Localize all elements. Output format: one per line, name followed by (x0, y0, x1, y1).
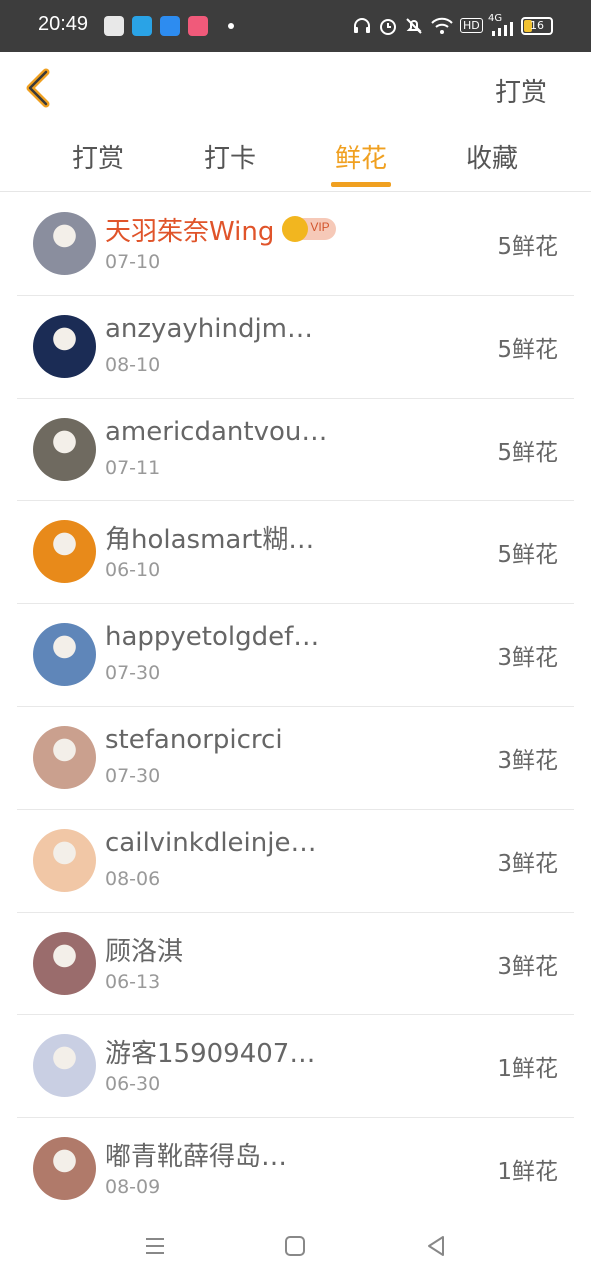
date: 06-30 (105, 1073, 161, 1096)
app-icon (104, 16, 124, 36)
avatar (33, 212, 96, 275)
telegram-icon (132, 16, 152, 36)
date: 08-10 (105, 353, 161, 376)
vip-badge: VIP (282, 215, 337, 242)
flower-count: 5鲜花 (497, 234, 558, 260)
avatar (33, 1034, 96, 1098)
avatar (33, 828, 96, 892)
avatar (33, 931, 96, 995)
date: 08-06 (105, 867, 161, 890)
tab-checkin[interactable]: 打卡 (190, 138, 270, 175)
user-name: 嘟青靴薛得岛… (105, 1142, 288, 1173)
back-button[interactable] (18, 64, 62, 112)
list-item[interactable]: anzyayhindjm… 08-10 5鲜花 (17, 296, 574, 399)
date: 07-30 (105, 764, 161, 787)
alarm-icon (380, 19, 396, 35)
flower-count: 5鲜花 (497, 439, 558, 466)
user-name: 角holasmart糊… (105, 525, 315, 556)
battery-level: 16 (530, 19, 544, 32)
mute-icon (406, 18, 422, 34)
user-name: 天羽茱奈Wing VIP (105, 211, 337, 248)
user-name: anzyayhindjm… (105, 313, 313, 344)
list-item[interactable]: 嘟青靴薛得岛… 08-09 1鲜花 (17, 1118, 574, 1221)
avatar (33, 1137, 96, 1201)
tab-flowers[interactable]: 鲜花 (321, 138, 401, 175)
list-item[interactable]: 天羽茱奈Wing VIP 07-10 5鲜花 (17, 193, 574, 296)
browser-icon (160, 16, 180, 36)
flower-count: 3鲜花 (497, 850, 558, 877)
tab-tip[interactable]: 打赏 (58, 138, 138, 175)
avatar (33, 314, 96, 378)
avatar (33, 725, 96, 789)
date: 06-13 (105, 970, 161, 993)
date: 07-10 (105, 251, 161, 273)
tab-bar: 打赏 打卡 鲜花 收藏 (0, 124, 591, 192)
list-item[interactable]: 顾洛淇 06-13 3鲜花 (17, 913, 574, 1016)
signal-icon (492, 22, 513, 36)
flower-count: 1鲜花 (497, 1159, 558, 1186)
list-item[interactable]: stefanorpicrci 07-30 3鲜花 (17, 707, 574, 810)
list-item[interactable]: happyetolgdef… 07-30 3鲜花 (17, 604, 574, 707)
flower-count: 5鲜花 (497, 542, 558, 569)
top-nav: 打赏 (0, 52, 591, 124)
hd-icon: HD (460, 18, 483, 33)
user-name-text: 天羽茱奈Wing (105, 217, 275, 247)
active-tab-indicator (331, 182, 391, 187)
status-time: 20:49 (38, 13, 89, 35)
crown-icon (282, 215, 309, 242)
user-name: stefanorpicrci (105, 724, 283, 755)
list-item[interactable]: cailvinkdleinje… 08-06 3鲜花 (17, 810, 574, 913)
user-name: happyetolgdef… (105, 622, 320, 653)
user-name: cailvinkdleinje… (105, 827, 317, 858)
list-item[interactable]: 游客15909407… 06-30 1鲜花 (17, 1015, 574, 1119)
flower-list: 天羽茱奈Wing VIP 07-10 5鲜花 anzyayhindjm… 08-1… (0, 193, 591, 1221)
tab-favorites[interactable]: 收藏 (452, 138, 532, 175)
flower-count: 3鲜花 (497, 747, 558, 774)
user-name: americdantvou… (105, 416, 328, 447)
vip-label: VIP (310, 219, 330, 234)
tip-button[interactable]: 打赏 (495, 72, 547, 109)
date: 06-10 (105, 559, 161, 582)
flower-count: 1鲜花 (497, 1056, 558, 1083)
flower-count: 3鲜花 (497, 953, 558, 980)
avatar (33, 520, 96, 584)
headset-icon (354, 18, 370, 33)
video-icon (188, 16, 208, 36)
home-icon[interactable] (281, 1232, 309, 1260)
avatar (33, 623, 96, 687)
back-triangle-icon[interactable] (422, 1232, 450, 1260)
avatar (33, 417, 96, 481)
system-nav-bar (0, 1210, 591, 1280)
menu-icon[interactable] (141, 1232, 169, 1260)
chevron-left-icon (26, 68, 50, 108)
list-item[interactable]: americdantvou… 07-11 5鲜花 (17, 399, 574, 502)
wifi-icon (431, 17, 453, 34)
battery-icon: 16 (521, 17, 553, 35)
user-name: 游客15909407… (105, 1039, 316, 1070)
date: 07-11 (105, 456, 161, 479)
status-bar: 20:49 HD 4G 16 (0, 0, 591, 52)
date: 08-09 (105, 1176, 161, 1199)
list-item[interactable]: 角holasmart糊… 06-10 5鲜花 (17, 501, 574, 605)
user-name: 顾洛淇 (105, 936, 184, 967)
flower-count: 5鲜花 (497, 336, 558, 363)
flower-count: 3鲜花 (497, 645, 558, 672)
date: 07-30 (105, 662, 161, 685)
notification-dot (228, 23, 234, 29)
